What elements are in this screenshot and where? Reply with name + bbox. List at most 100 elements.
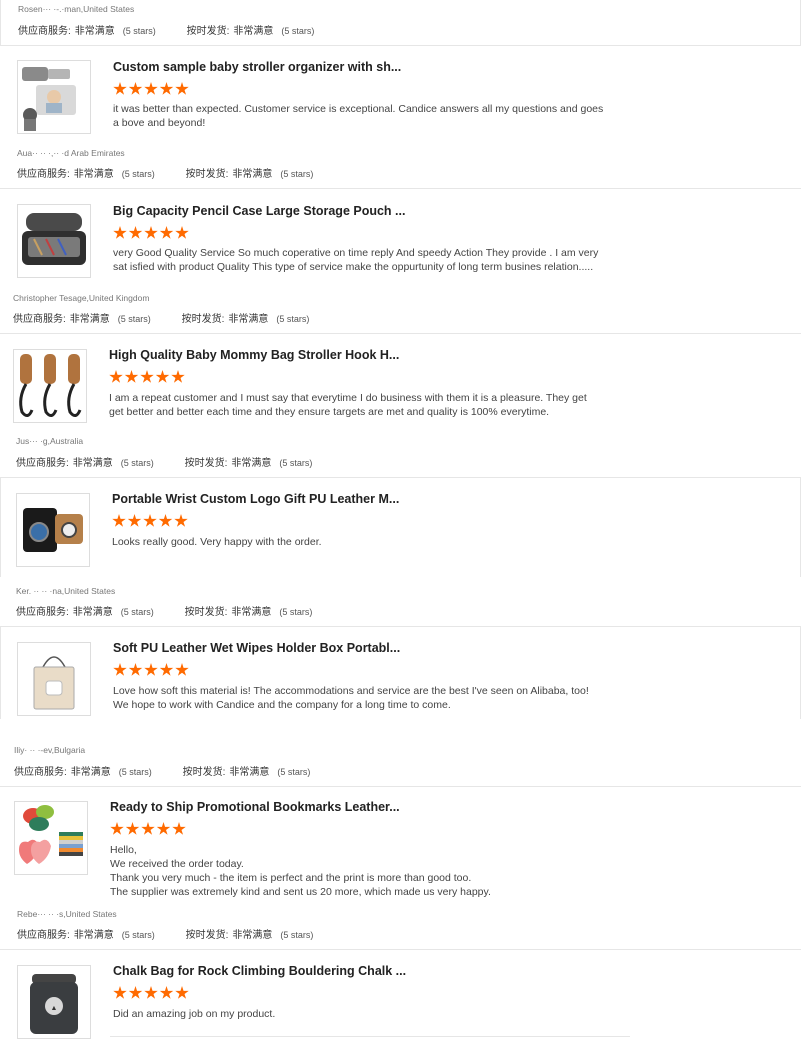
- star-icon: [156, 822, 171, 835]
- star-icon: [155, 370, 170, 383]
- shipping-value: 非常满意: [231, 607, 272, 618]
- service-value: 非常满意: [73, 169, 114, 180]
- star-icon: [125, 822, 140, 835]
- star-icon: [159, 226, 174, 239]
- review-ratings: 供应商服务: 非常满意 (5 stars) 按时发货: 非常满意 (5 stars): [16, 454, 312, 469]
- star-icon: [113, 663, 127, 676]
- star-rating: [112, 514, 190, 528]
- stroller-organizer-icon: [22, 67, 76, 131]
- reviewer-name: Aua·· ·· ·,·· ·d Arab Emirates: [17, 148, 125, 158]
- star-rating: [113, 82, 191, 96]
- product-title-link[interactable]: Portable Wrist Custom Logo Gift PU Leath…: [112, 492, 399, 506]
- service-count: (5 stars): [118, 767, 152, 777]
- review-ratings: 供应商服务: 非常满意 (5 stars) 按时发货: 非常满意 (5 stars): [18, 22, 314, 37]
- star-icon: [175, 663, 189, 676]
- shipping-label: 按时发货:: [184, 607, 228, 618]
- star-icon: [159, 663, 174, 676]
- star-icon: [128, 226, 143, 239]
- star-icon: [110, 822, 124, 835]
- product-thumbnail[interactable]: [13, 349, 87, 423]
- shipping-label: 按时发货:: [185, 930, 229, 941]
- star-icon: [109, 370, 123, 383]
- service-label: 供应商服务:: [14, 767, 67, 778]
- service-count: (5 stars): [121, 169, 155, 179]
- shipping-count: (5 stars): [281, 26, 315, 36]
- product-thumbnail[interactable]: [17, 204, 91, 278]
- star-icon: [159, 986, 174, 999]
- divider: [0, 477, 801, 478]
- review-comment: Love how soft this material is! The acco…: [113, 685, 589, 711]
- product-thumbnail[interactable]: [14, 801, 88, 875]
- shipping-label: 按时发货:: [181, 314, 225, 325]
- star-icon: [113, 986, 127, 999]
- svg-text:▲: ▲: [51, 1005, 58, 1012]
- bookmarks-icon: [19, 805, 83, 864]
- reviewer-name: Jus··· ·g,Australia: [16, 436, 84, 446]
- product-title-link[interactable]: High Quality Baby Mommy Bag Stroller Hoo…: [109, 348, 399, 362]
- star-icon: [159, 82, 174, 95]
- product-title-link[interactable]: Soft PU Leather Wet Wipes Holder Box Por…: [113, 641, 400, 655]
- service-value: 非常满意: [69, 314, 110, 325]
- divider: [0, 477, 1, 577]
- shipping-value: 非常满意: [232, 169, 273, 180]
- review-comment: Hello, We received the order today. Than…: [110, 844, 491, 898]
- divider: [110, 1036, 630, 1037]
- shipping-label: 按时发货:: [182, 767, 226, 778]
- product-title-link[interactable]: Chalk Bag for Rock Climbing Bouldering C…: [113, 964, 406, 978]
- service-value: 非常满意: [73, 930, 114, 941]
- product-title-link[interactable]: Custom sample baby stroller organizer wi…: [113, 60, 401, 74]
- review-ratings: 供应商服务: 非常满意 (5 stars) 按时发货: 非常满意 (5 stars): [17, 926, 313, 941]
- star-icon: [113, 226, 127, 239]
- service-label: 供应商服务:: [13, 314, 66, 325]
- review-comment: I am a repeat customer and I must say th…: [109, 392, 587, 418]
- product-title-link[interactable]: Ready to Ship Promotional Bookmarks Leat…: [110, 800, 400, 814]
- service-count: (5 stars): [117, 314, 151, 324]
- product-thumbnail[interactable]: [17, 642, 91, 716]
- shipping-value: 非常满意: [228, 314, 269, 325]
- divider: [0, 626, 801, 627]
- star-icon: [141, 822, 155, 835]
- review-comment: Looks really good. Very happy with the o…: [112, 536, 322, 548]
- product-thumbnail[interactable]: [17, 60, 91, 134]
- star-icon: [128, 663, 143, 676]
- service-count: (5 stars): [122, 26, 156, 36]
- chalk-bag-icon: ▲: [30, 974, 78, 1034]
- review-ratings: 供应商服务: 非常满意 (5 stars) 按时发货: 非常满意 (5 stars): [13, 310, 309, 325]
- service-count: (5 stars): [120, 607, 154, 617]
- divider: [0, 333, 801, 334]
- wipes-holder-icon: [33, 656, 75, 710]
- service-label: 供应商服务:: [16, 607, 69, 618]
- star-icon: [140, 370, 154, 383]
- product-thumbnail[interactable]: ▲: [17, 965, 91, 1039]
- star-rating: [109, 370, 187, 384]
- star-rating: [113, 986, 191, 1000]
- divider: [0, 949, 801, 950]
- service-count: (5 stars): [121, 930, 155, 940]
- star-rating: [110, 822, 188, 836]
- star-icon: [144, 82, 158, 95]
- product-thumbnail[interactable]: [16, 493, 90, 567]
- star-icon: [158, 514, 173, 527]
- shipping-value: 非常满意: [229, 767, 270, 778]
- shipping-label: 按时发货:: [184, 458, 228, 469]
- shipping-count: (5 stars): [277, 767, 311, 777]
- star-icon: [127, 514, 142, 527]
- star-icon: [175, 226, 189, 239]
- product-title-link[interactable]: Big Capacity Pencil Case Large Storage P…: [113, 204, 405, 218]
- star-icon: [175, 986, 189, 999]
- star-icon: [128, 986, 143, 999]
- star-icon: [144, 986, 158, 999]
- shipping-value: 非常满意: [231, 458, 272, 469]
- shipping-value: 非常满意: [233, 26, 274, 37]
- reviewer-name: Ker. ·· ·· ·na,United States: [16, 586, 116, 596]
- review-ratings: 供应商服务: 非常满意 (5 stars) 按时发货: 非常满意 (5 stars): [17, 165, 313, 180]
- shipping-count: (5 stars): [280, 930, 314, 940]
- service-count: (5 stars): [120, 458, 154, 468]
- stroller-hook-icon: [19, 354, 82, 417]
- star-icon: [143, 514, 157, 527]
- watch-box-icon: [23, 508, 83, 552]
- star-icon: [124, 370, 139, 383]
- review-comment: very Good Quality Service So much copera…: [113, 247, 599, 273]
- star-icon: [174, 514, 188, 527]
- service-value: 非常满意: [70, 767, 111, 778]
